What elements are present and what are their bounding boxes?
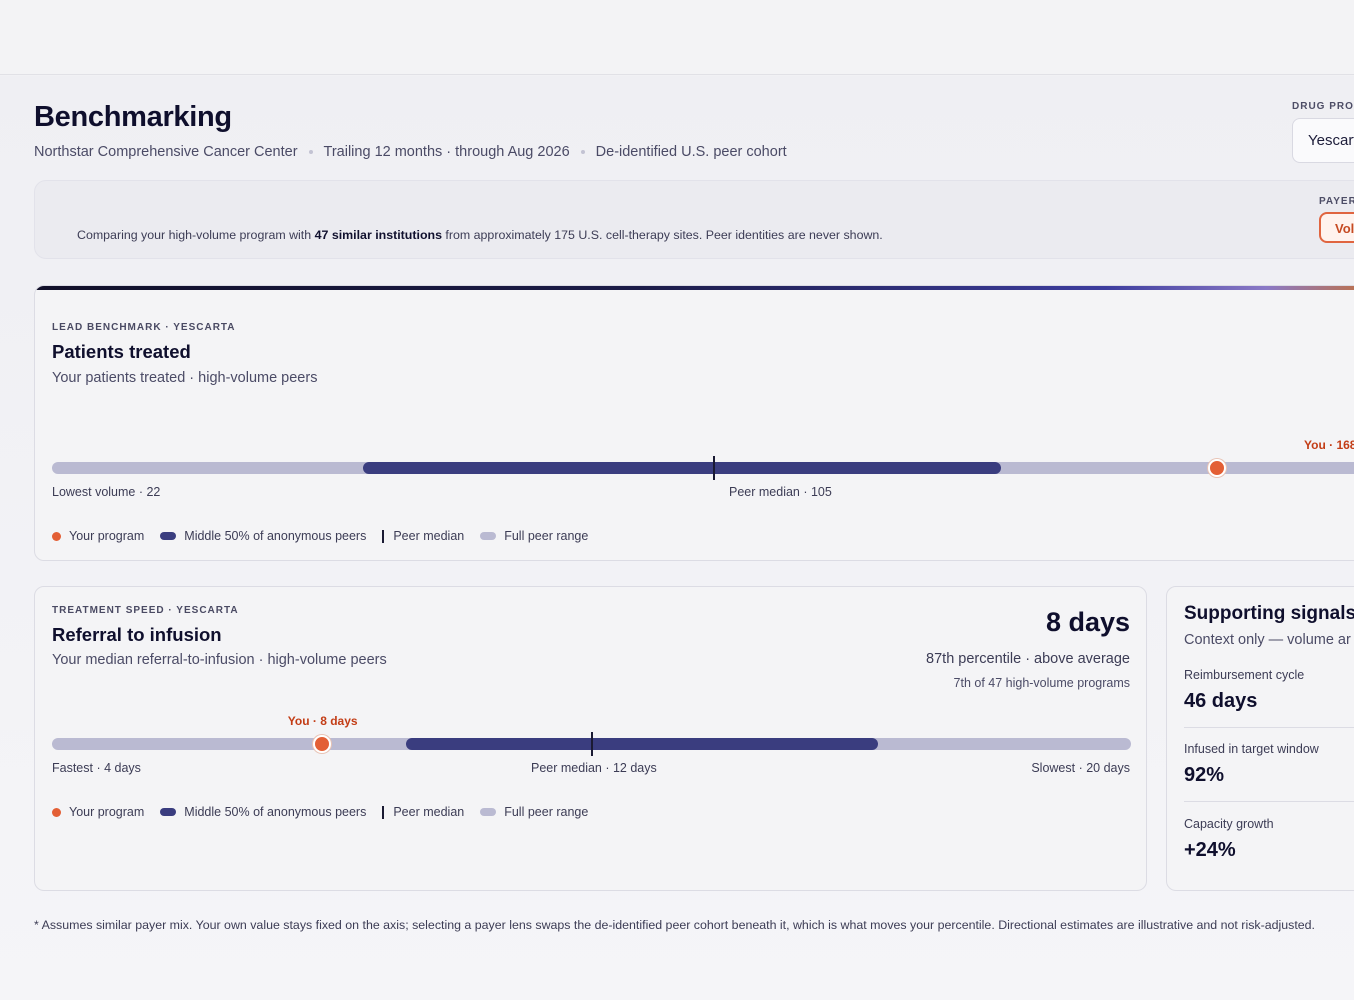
speed-max-label: Slowest · 20 days xyxy=(1031,761,1130,775)
footnote: * Assumes similar payer mix. Your own va… xyxy=(34,918,1315,932)
lead-you-marker[interactable] xyxy=(1207,459,1226,477)
speed-subtitle: Your median referral-to-infusion · high-… xyxy=(52,652,387,668)
signal-value: 46 days xyxy=(1184,690,1258,712)
page-title: Benchmarking xyxy=(34,101,232,133)
legend-you-label: Your program xyxy=(69,805,145,819)
legend-range-swatch xyxy=(480,808,497,816)
supporting-signals-card: Supporting signals Context only — volume… xyxy=(1166,586,1354,891)
speed-rank: 7th of 47 high-volume programs xyxy=(953,676,1130,690)
legend-range-swatch xyxy=(480,532,497,540)
cohort-label: De-identified U.S. peer cohort xyxy=(595,144,787,160)
signals-subtitle: Context only — volume ar xyxy=(1184,632,1351,648)
legend-iqr-swatch xyxy=(160,532,177,540)
signal-divider xyxy=(1184,801,1354,802)
legend-median-swatch xyxy=(382,805,385,819)
lead-median-label: Peer median · 105 xyxy=(729,485,832,499)
treatment-speed-card: TREATMENT SPEED · YESCARTA Referral to i… xyxy=(34,586,1147,891)
lead-min-label: Lowest volume · 22 xyxy=(52,485,161,499)
top-bar xyxy=(0,0,1354,75)
cohort-banner: Comparing your high-volume program with … xyxy=(34,180,1354,259)
signal-divider xyxy=(1184,727,1354,728)
banner-highlight: 47 similar institutions xyxy=(314,228,442,242)
legend-range-label: Full peer range xyxy=(504,529,589,543)
lead-eyebrow: LEAD BENCHMARK · YESCARTA xyxy=(52,322,236,333)
lead-subtitle: Your patients treated · high-volume peer… xyxy=(52,370,318,386)
drug-product-select[interactable]: Yescart xyxy=(1292,118,1354,163)
signal-label: Infused in target window xyxy=(1184,742,1319,756)
speed-title: Referral to infusion xyxy=(52,624,222,645)
lead-you-label: You · 168 xyxy=(1304,438,1354,452)
legend-iqr-label: Middle 50% of anonymous peers xyxy=(184,805,367,819)
payer-lens-chip[interactable]: Vol xyxy=(1319,212,1354,243)
legend-iqr-label: Middle 50% of anonymous peers xyxy=(184,529,367,543)
signal-value: 92% xyxy=(1184,764,1225,786)
legend-median-label: Peer median xyxy=(393,529,465,543)
legend-range-label: Full peer range xyxy=(504,805,589,819)
legend-you-swatch xyxy=(52,807,61,817)
speed-min-label: Fastest · 4 days xyxy=(52,761,141,775)
legend-median-label: Peer median xyxy=(393,805,465,819)
signal-label: Capacity growth xyxy=(1184,817,1274,831)
meta-separator xyxy=(580,150,585,154)
speed-you-label: You · 8 days xyxy=(287,714,358,728)
period-label: Trailing 12 months · through Aug 2026 xyxy=(323,144,570,160)
payer-lens-label: PAYER xyxy=(1319,196,1354,207)
speed-median-tick xyxy=(590,732,593,756)
center-name: Northstar Comprehensive Cancer Center xyxy=(34,144,298,160)
meta-separator xyxy=(308,150,313,154)
banner-text: Comparing your high-volume program with … xyxy=(77,228,883,242)
legend-you-swatch xyxy=(52,531,61,541)
speed-eyebrow: TREATMENT SPEED · YESCARTA xyxy=(52,605,239,616)
page-meta: Northstar Comprehensive Cancer Center Tr… xyxy=(34,144,787,160)
lead-benchmark-card: LEAD BENCHMARK · YESCARTA Patients treat… xyxy=(34,285,1354,561)
speed-percentile: 87th percentile · above average xyxy=(926,651,1130,667)
speed-iqr-bar xyxy=(406,738,879,750)
lead-iqr-bar xyxy=(363,462,1002,474)
drug-product-label: DRUG PROD xyxy=(1292,101,1354,112)
speed-median-label: Peer median · 12 days xyxy=(531,761,657,775)
legend-you-label: Your program xyxy=(69,529,145,543)
legend-iqr-swatch xyxy=(160,808,177,816)
legend-median-swatch xyxy=(382,529,385,543)
signal-label: Reimbursement cycle xyxy=(1184,668,1305,682)
lead-legend: Your program Middle 50% of anonymous pee… xyxy=(52,529,604,543)
lead-median-tick xyxy=(713,456,716,480)
lead-title: Patients treated xyxy=(52,341,191,362)
speed-you-marker[interactable] xyxy=(312,735,331,753)
signals-title: Supporting signals xyxy=(1184,603,1354,624)
signal-value: +24% xyxy=(1184,839,1236,861)
speed-value: 8 days xyxy=(1045,607,1130,637)
speed-legend: Your program Middle 50% of anonymous pee… xyxy=(52,805,604,819)
